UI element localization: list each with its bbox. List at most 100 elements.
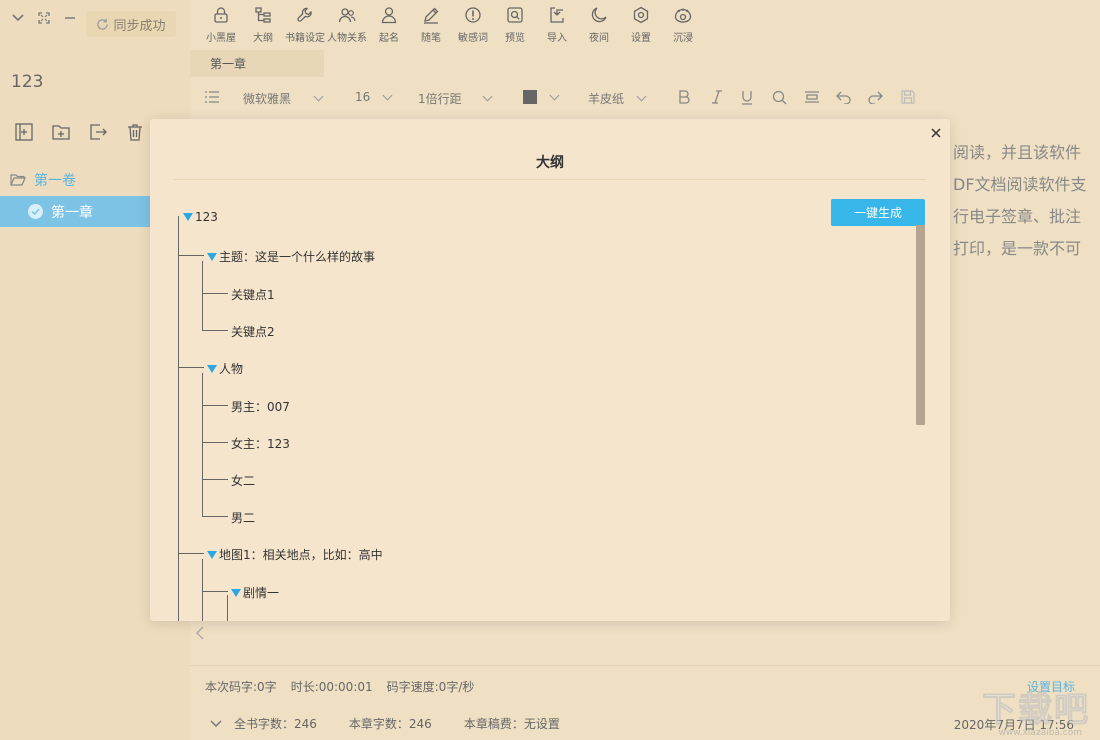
wrench-icon: [297, 7, 312, 22]
tool-label: 夜间: [589, 33, 609, 44]
background-select[interactable]: 羊皮纸: [588, 90, 647, 107]
tool-immersive[interactable]: 沉浸: [662, 0, 704, 48]
export-icon[interactable]: [88, 122, 108, 142]
underline-icon[interactable]: [740, 90, 754, 105]
tool-relations[interactable]: 人物关系: [326, 0, 368, 48]
tool-sensitive-words[interactable]: 敏感词: [452, 0, 494, 48]
tab-chapter-1[interactable]: 第一章: [190, 50, 324, 77]
tree-node-root[interactable]: 123: [183, 210, 218, 224]
editor-text-line[interactable]: 行电子签章、批注: [953, 203, 1081, 227]
tree-node[interactable]: 剧情一: [231, 584, 279, 601]
sync-button[interactable]: 同步成功: [86, 11, 176, 37]
search-icon[interactable]: [772, 90, 787, 105]
node-label: 女主：123: [231, 437, 290, 451]
tool-label: 导入: [547, 33, 567, 44]
text-color-select[interactable]: [523, 90, 560, 104]
tree-line: [202, 479, 228, 480]
tool-label: 随笔: [421, 33, 441, 44]
expand-triangle-icon[interactable]: [183, 213, 193, 221]
expand-triangle-icon[interactable]: [231, 588, 241, 597]
minimize-icon[interactable]: [62, 10, 78, 26]
tool-outline[interactable]: 大纲: [242, 0, 284, 48]
fullscreen-icon[interactable]: [36, 10, 52, 26]
tool-label: 书籍设定: [285, 33, 325, 44]
chevron-down-icon[interactable]: [210, 719, 222, 728]
editor-text-line[interactable]: DF文档阅读软件支: [953, 171, 1087, 195]
tree-line: [202, 293, 228, 294]
tree-node[interactable]: 地图1：相关地点，比如：高中: [207, 546, 383, 563]
tool-label: 大纲: [253, 33, 273, 44]
tool-label: 沉浸: [673, 33, 693, 44]
tree-line: [202, 261, 203, 331]
tree-node[interactable]: 男主：007: [231, 398, 290, 415]
tool-settings[interactable]: 设置: [620, 0, 662, 48]
tab-label: 第一章: [210, 57, 247, 71]
chevron-down-icon: [549, 90, 560, 100]
generate-button[interactable]: 一键生成: [831, 199, 925, 226]
chevron-left-icon[interactable]: [190, 620, 210, 646]
format-paragraph-icon[interactable]: [804, 90, 820, 104]
italic-icon[interactable]: [710, 90, 724, 104]
font-size-select[interactable]: 16: [355, 90, 393, 104]
tree-node[interactable]: 女主：123: [231, 435, 290, 452]
editor-text-line[interactable]: 打印，是一款不可: [953, 235, 1081, 259]
book-title: 123: [11, 72, 44, 92]
tree-node[interactable]: 主题：这是一个什么样的故事: [207, 248, 375, 265]
book-word-count: 全书字数：246: [234, 717, 317, 731]
redo-icon[interactable]: [867, 90, 883, 104]
chapter-label: 第一章: [51, 204, 93, 221]
trash-icon[interactable]: [125, 122, 145, 142]
tool-black-room[interactable]: 小黑屋: [200, 0, 242, 48]
tab-bar: 第一章: [190, 50, 1100, 78]
chevron-down-icon: [636, 91, 647, 102]
tree-line: [202, 559, 203, 621]
tree-node[interactable]: 关键点1: [231, 286, 275, 303]
tree-node[interactable]: 关键点2: [231, 323, 275, 340]
alert-icon: [465, 7, 481, 23]
gear-icon: [633, 6, 649, 24]
font-select[interactable]: 微软雅黑: [243, 90, 324, 107]
undo-icon[interactable]: [836, 90, 852, 104]
node-label: 人物: [219, 362, 244, 376]
session-word-count: 本次码字:0字: [205, 680, 277, 694]
tool-import[interactable]: 导入: [536, 0, 578, 48]
tool-naming[interactable]: 起名: [368, 0, 410, 48]
line-spacing-select[interactable]: 1倍行距: [418, 90, 493, 107]
tree-node[interactable]: 男二: [231, 509, 255, 526]
list-icon[interactable]: [204, 90, 220, 104]
watermark-url: www.xiazaiba.com: [998, 728, 1082, 738]
watermark-logo: 下载吧 www.xiazaiba.com: [950, 682, 1090, 739]
new-volume-icon[interactable]: [51, 122, 71, 142]
bold-icon[interactable]: [677, 90, 691, 104]
volume-item[interactable]: 第一卷: [10, 170, 76, 190]
expand-triangle-icon[interactable]: [207, 252, 217, 261]
watermark-text: 下载吧: [982, 690, 1090, 731]
eye-icon: [674, 8, 692, 23]
folder-open-icon: [10, 174, 26, 186]
chevron-down-icon[interactable]: [10, 10, 26, 26]
scrollbar[interactable]: [916, 225, 925, 425]
outline-tree: 123 主题：这是一个什么样的故事 关键点1 关键点2 人物 男主：007 女主…: [150, 119, 950, 621]
node-label: 123: [195, 210, 218, 224]
node-label: 地图1：相关地点，比如：高中: [219, 548, 383, 562]
tool-notes[interactable]: 随笔: [410, 0, 452, 48]
tree-node[interactable]: 女二: [231, 472, 255, 489]
sync-icon: [97, 18, 109, 30]
node-label: 女二: [231, 474, 256, 488]
tool-book-settings[interactable]: 书籍设定: [284, 0, 326, 48]
sidebar-actions: [14, 122, 145, 142]
tree-line: [202, 330, 228, 331]
expand-triangle-icon[interactable]: [207, 550, 217, 559]
tree-line: [178, 367, 204, 368]
node-label: 关键点1: [231, 288, 275, 302]
tool-night[interactable]: 夜间: [578, 0, 620, 48]
chevron-down-icon: [482, 91, 493, 102]
font-size-value: 16: [355, 90, 371, 104]
save-icon[interactable]: [901, 90, 915, 104]
tree-node[interactable]: 人物: [207, 360, 243, 377]
expand-triangle-icon[interactable]: [207, 364, 217, 373]
new-chapter-icon[interactable]: [14, 122, 34, 142]
tree-line: [178, 553, 204, 554]
editor-text-line[interactable]: 阅读，并且该软件: [953, 139, 1081, 163]
tool-preview[interactable]: 预览: [494, 0, 536, 48]
